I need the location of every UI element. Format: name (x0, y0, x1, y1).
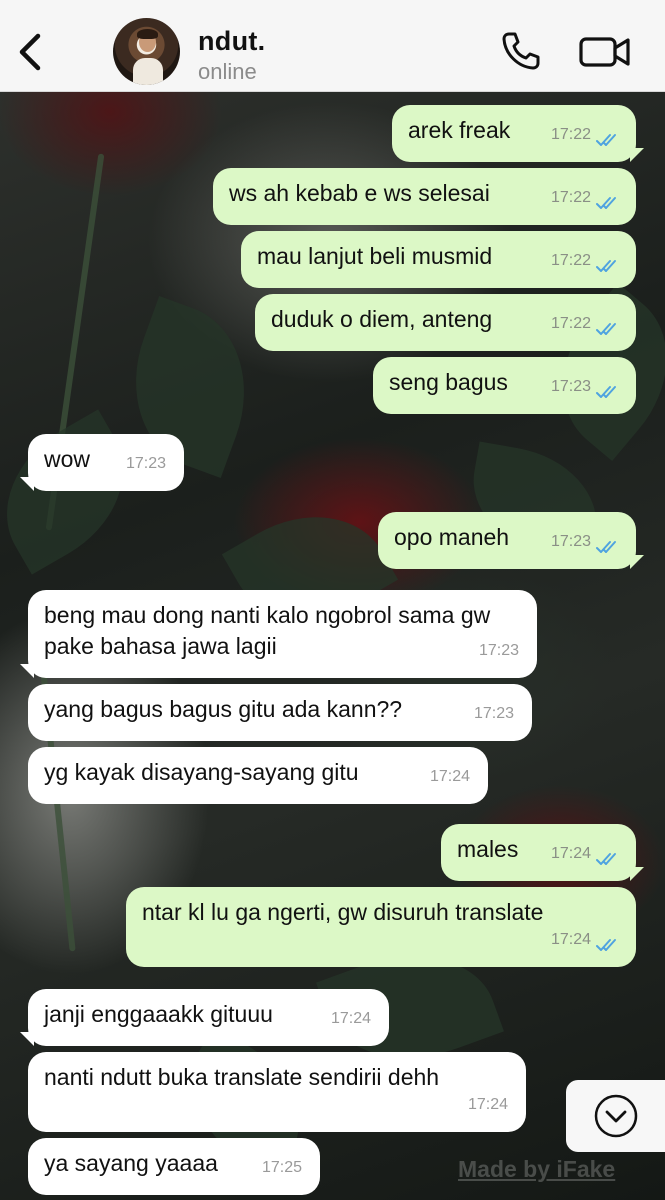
message-timestamp: 17:23 (550, 533, 591, 550)
message-timestamp: 17:24 (429, 768, 470, 785)
message-timestamp: 17:22 (550, 189, 591, 206)
incoming-message[interactable]: yg kayak disayang-sayang gitu 17:24 (28, 747, 488, 804)
outgoing-message[interactable]: males 17:24 (441, 824, 644, 881)
message-text: mau lanjut beli musmid (257, 243, 493, 269)
message-timestamp: 17:22 (550, 252, 591, 269)
message-text: ws ah kebab e ws selesai (229, 180, 490, 206)
message-timestamp: 17:24 (550, 931, 591, 948)
incoming-message[interactable]: yang bagus bagus gitu ada kann?? 17:23 (28, 684, 532, 741)
read-receipt-icon (596, 386, 616, 398)
chevron-down-icon (594, 1094, 638, 1138)
watermark: Made by iFake (458, 1156, 616, 1182)
incoming-message[interactable]: wow 17:23 (20, 434, 184, 491)
message-text: ya sayang yaaaa (44, 1150, 218, 1176)
message-timestamp: 17:24 (330, 1010, 371, 1027)
message-timestamp: 17:25 (261, 1159, 302, 1176)
message-text: yang bagus bagus gitu ada kann?? (44, 696, 403, 722)
message-timestamp: 17:22 (550, 315, 591, 332)
message-timestamp: 17:23 (125, 455, 166, 472)
chat-background: arek freak 17:22 ws ah kebab e ws selesai 1… (0, 92, 665, 1200)
bubble-tail (20, 477, 34, 491)
outgoing-message[interactable]: seng bagus 17:23 (373, 357, 636, 414)
message-text: nanti ndutt buka translate sendirii dehh (44, 1064, 440, 1090)
outgoing-message[interactable]: ws ah kebab e ws selesai 17:22 (213, 168, 636, 225)
message-text: beng mau dong nanti kalo ngobrol sama gw… (44, 602, 491, 659)
phone-call-icon[interactable] (500, 30, 542, 72)
outgoing-message[interactable]: opo maneh 17:23 (378, 512, 644, 569)
message-text: janji enggaaakk gituuu (44, 1001, 273, 1027)
outgoing-message[interactable]: mau lanjut beli musmid 17:22 (241, 231, 636, 288)
read-receipt-icon (596, 197, 616, 209)
message-text: opo maneh (394, 524, 510, 550)
message-text: seng bagus (389, 369, 508, 395)
message-timestamp: 17:23 (473, 705, 514, 722)
message-text: duduk o diem, anteng (271, 306, 493, 332)
chat-header: ndut. online (0, 0, 665, 92)
contact-name[interactable]: ndut. (198, 26, 265, 57)
outgoing-message[interactable]: ntar kl lu ga ngerti, gw disuruh transla… (126, 887, 636, 967)
back-arrow-icon[interactable] (12, 30, 48, 74)
read-receipt-icon (596, 541, 616, 553)
bubble-tail (20, 664, 34, 678)
bubble-tail (20, 1032, 34, 1046)
message-text: ntar kl lu ga ngerti, gw disuruh transla… (142, 899, 544, 925)
incoming-message[interactable]: beng mau dong nanti kalo ngobrol sama gw… (20, 590, 537, 678)
message-text: arek freak (408, 117, 511, 143)
video-call-icon[interactable] (578, 34, 632, 70)
scroll-to-bottom-button[interactable] (566, 1080, 665, 1152)
bubble-tail (630, 555, 644, 569)
message-timestamp: 17:24 (467, 1096, 508, 1113)
message-text: wow (44, 446, 91, 472)
read-receipt-icon (596, 939, 616, 951)
message-timestamp: 17:22 (550, 126, 591, 143)
read-receipt-icon (596, 323, 616, 335)
bubble-tail (630, 148, 644, 162)
incoming-message[interactable]: nanti ndutt buka translate sendirii dehh… (28, 1052, 526, 1132)
contact-avatar[interactable] (113, 18, 180, 85)
incoming-message[interactable]: ya sayang yaaaa 17:25 (28, 1138, 320, 1195)
message-text: males (457, 836, 519, 862)
message-text: yg kayak disayang-sayang gitu (44, 759, 359, 785)
read-receipt-icon (596, 853, 616, 865)
read-receipt-icon (596, 134, 616, 146)
message-timestamp: 17:23 (478, 642, 519, 659)
bubble-tail (630, 867, 644, 881)
outgoing-message[interactable]: duduk o diem, anteng 17:22 (255, 294, 636, 351)
incoming-message[interactable]: janji enggaaakk gituuu 17:24 (20, 989, 389, 1046)
read-receipt-icon (596, 260, 616, 272)
message-timestamp: 17:23 (550, 378, 591, 395)
message-timestamp: 17:24 (550, 845, 591, 862)
contact-status: online (198, 59, 257, 84)
outgoing-message[interactable]: arek freak 17:22 (392, 105, 644, 162)
